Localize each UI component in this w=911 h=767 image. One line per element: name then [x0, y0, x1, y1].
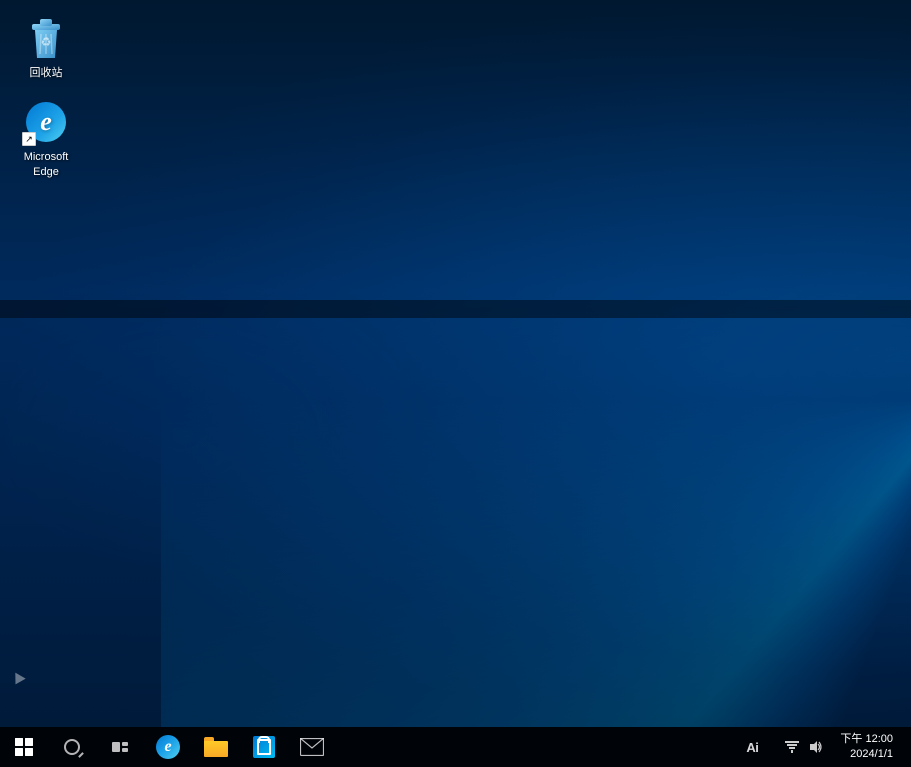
taskbar-edge-button[interactable]: e: [144, 727, 192, 767]
start-square-1: [15, 738, 23, 746]
start-icon: [15, 738, 33, 756]
start-button[interactable]: [0, 727, 48, 767]
store-bag-icon: [257, 739, 271, 755]
recycle-bin-image: ♻: [22, 14, 70, 62]
dark-band: [0, 300, 911, 318]
light-cone: [161, 50, 911, 727]
recycle-bin-icon[interactable]: ♻ 回收站: [10, 10, 82, 84]
taskbar-clock[interactable]: 下午 12:00 2024/1/1: [832, 732, 901, 763]
taskbar-folder-icon: [204, 737, 228, 757]
shortcut-arrow-icon: ↗: [22, 132, 36, 146]
edge-label-line1: Microsoft: [24, 150, 69, 164]
taskbar-edge-icon: e: [156, 735, 180, 759]
folder-body: [204, 741, 228, 757]
start-square-3: [15, 748, 23, 756]
edge-label-line2: Edge: [33, 165, 59, 179]
microsoft-edge-icon[interactable]: e ↗ Microsoft Edge: [10, 94, 82, 183]
tv-rect-1: [112, 742, 120, 752]
taskbar-store-button[interactable]: [240, 727, 288, 767]
desktop: ♻ 回收站: [0, 0, 911, 727]
task-view-icon: [112, 742, 128, 752]
taskbar-store-icon: [253, 736, 275, 758]
search-button[interactable]: [48, 727, 96, 767]
system-tray: [776, 739, 832, 755]
recycle-bin-label: 回收站: [30, 66, 63, 80]
svg-text:♻: ♻: [41, 35, 52, 49]
network-icon[interactable]: [784, 739, 800, 755]
start-square-4: [25, 748, 33, 756]
volume-icon[interactable]: [808, 739, 824, 755]
taskbar-mail-button[interactable]: [288, 727, 336, 767]
start-square-2: [25, 738, 33, 746]
taskbar-right: Ai 下午 12:00 2024: [728, 727, 911, 767]
desktop-icons-container: ♻ 回收站: [0, 0, 92, 203]
tv-rect-3: [122, 748, 128, 752]
edge-image: e ↗: [22, 98, 70, 146]
ai-button[interactable]: Ai: [728, 727, 776, 767]
taskbar-mail-icon: [300, 738, 324, 756]
search-icon: [64, 739, 80, 755]
taskbar-apps: e: [144, 727, 728, 767]
edge-e-letter: e: [40, 109, 52, 135]
clock-time: 下午 12:00: [840, 732, 893, 747]
task-view-button[interactable]: [96, 727, 144, 767]
taskbar-file-explorer-button[interactable]: [192, 727, 240, 767]
taskbar: e Ai: [0, 727, 911, 767]
tv-rect-2: [122, 742, 128, 746]
clock-date: 2024/1/1: [850, 747, 893, 762]
